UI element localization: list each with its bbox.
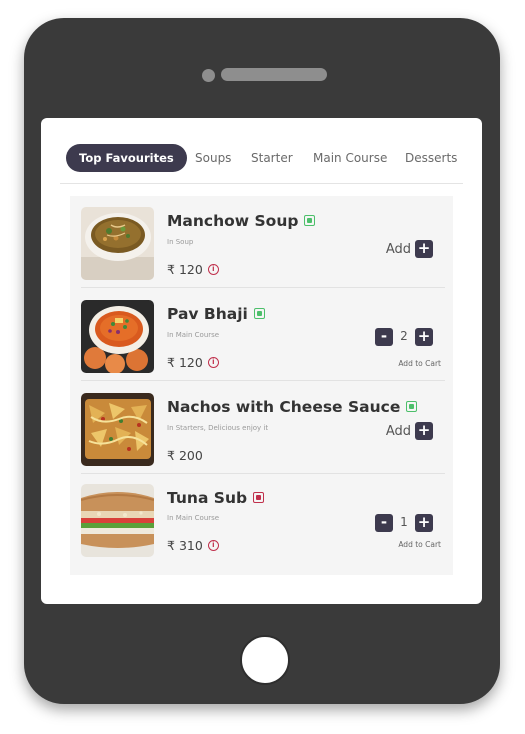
app-screen: Top Favourites Soups Starter Main Course… <box>41 118 482 604</box>
price-value: 120 <box>178 262 203 277</box>
price-value: 120 <box>178 355 203 370</box>
quantity-plus-button[interactable]: + <box>415 328 433 346</box>
add-button-label[interactable]: Add <box>386 242 411 257</box>
item-divider <box>81 287 445 288</box>
currency-symbol: ₹ <box>167 448 175 463</box>
price-value: 310 <box>178 538 203 553</box>
tab-main-course[interactable]: Main Course <box>313 144 387 172</box>
veg-indicator-icon <box>406 401 418 412</box>
info-icon[interactable]: i <box>207 357 219 368</box>
item-category: In Starters, Delicious enjoy it <box>167 424 269 432</box>
info-icon[interactable]: i <box>207 540 219 551</box>
item-name-text: Nachos with Cheese Sauce <box>167 398 401 416</box>
item-name-text: Pav Bhaji <box>167 305 248 323</box>
currency-symbol: ₹ <box>167 538 175 553</box>
list-item: Tuna Sub In Main Course ₹ 310 i - 1 + Add… <box>70 475 453 575</box>
item-category: In Soup <box>167 238 194 246</box>
add-to-cart-link[interactable]: Add to Cart <box>398 540 441 549</box>
quantity-value: 2 <box>400 329 408 343</box>
quantity-value: 1 <box>400 515 408 529</box>
speaker-grille <box>221 68 327 81</box>
item-divider <box>81 473 445 474</box>
food-image-pav-bhaji <box>81 300 154 373</box>
list-item: Pav Bhaji In Main Course ₹ 120 i - 2 + Ad… <box>70 289 453 381</box>
food-image-tuna-sub <box>81 484 154 557</box>
item-name-text: Manchow Soup <box>167 212 299 230</box>
item-divider <box>81 380 445 381</box>
category-tabs: Top Favourites Soups Starter Main Course… <box>41 118 482 184</box>
add-plus-button[interactable]: + <box>415 240 433 258</box>
item-price: ₹ 200 <box>167 448 203 463</box>
tab-starter[interactable]: Starter <box>251 144 293 172</box>
item-name[interactable]: Tuna Sub <box>167 489 265 507</box>
item-name-text: Tuna Sub <box>167 489 248 507</box>
list-item: Nachos with Cheese Sauce In Starters, De… <box>70 382 453 474</box>
add-to-cart-link[interactable]: Add to Cart <box>398 359 441 368</box>
tab-soups[interactable]: Soups <box>195 144 231 172</box>
veg-indicator-icon <box>253 308 265 319</box>
item-price: ₹ 120 i <box>167 262 219 277</box>
quantity-minus-button[interactable]: - <box>375 328 393 346</box>
item-name[interactable]: Pav Bhaji <box>167 305 265 323</box>
item-name[interactable]: Manchow Soup <box>167 212 316 230</box>
item-price: ₹ 120 i <box>167 355 219 370</box>
veg-indicator-icon <box>304 215 316 226</box>
camera-dot <box>202 69 215 82</box>
quantity-plus-button[interactable]: + <box>415 514 433 532</box>
tabs-divider <box>60 183 463 184</box>
item-price: ₹ 310 i <box>167 538 219 553</box>
price-value: 200 <box>178 448 203 463</box>
food-image-nachos <box>81 393 154 466</box>
tab-top-favourites[interactable]: Top Favourites <box>66 144 187 172</box>
item-category: In Main Course <box>167 331 220 339</box>
add-plus-button[interactable]: + <box>415 422 433 440</box>
nonveg-indicator-icon <box>253 492 265 503</box>
item-category: In Main Course <box>167 514 220 522</box>
tab-desserts[interactable]: Desserts <box>405 144 457 172</box>
info-icon[interactable]: i <box>207 264 219 275</box>
menu-item-list: Manchow Soup In Soup ₹ 120 i Add + Pav B… <box>70 196 453 575</box>
food-image-manchow-soup <box>81 207 154 280</box>
list-item: Manchow Soup In Soup ₹ 120 i Add + <box>70 196 453 288</box>
home-button[interactable] <box>240 635 290 685</box>
add-button-label[interactable]: Add <box>386 424 411 439</box>
currency-symbol: ₹ <box>167 262 175 277</box>
currency-symbol: ₹ <box>167 355 175 370</box>
item-name[interactable]: Nachos with Cheese Sauce <box>167 398 418 416</box>
quantity-minus-button[interactable]: - <box>375 514 393 532</box>
